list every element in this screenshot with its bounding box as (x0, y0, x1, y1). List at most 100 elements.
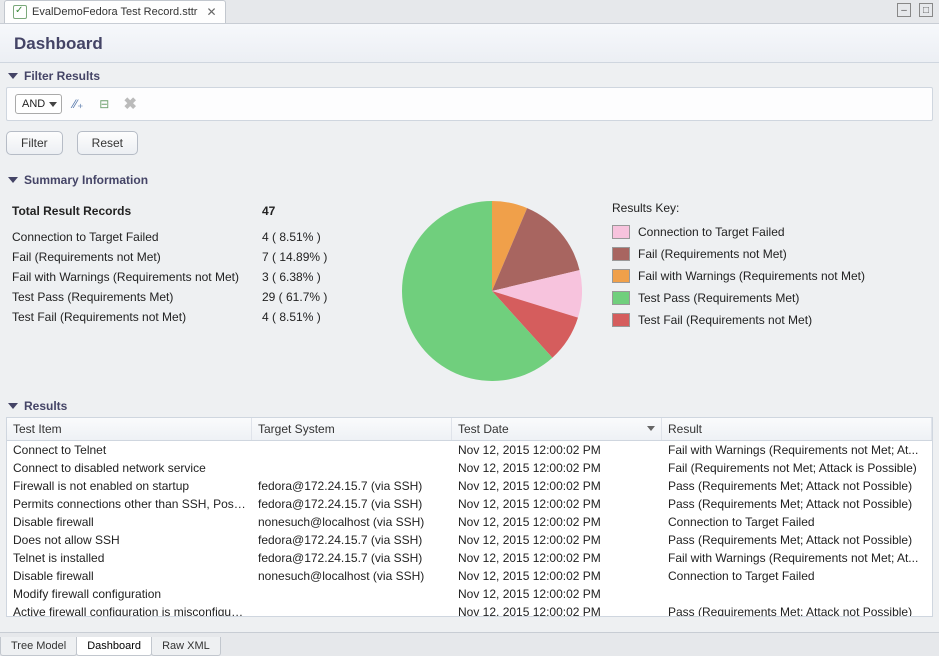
tab-raw-xml[interactable]: Raw XML (151, 637, 221, 656)
table-row[interactable]: Disable firewallnonesuch@localhost (via … (7, 567, 932, 585)
table-row[interactable]: Disable firewallnonesuch@localhost (via … (7, 513, 932, 531)
cell-result: Pass (Requirements Met; Attack not Possi… (662, 603, 932, 616)
results-table: Test Item Target System Test Date Result… (6, 417, 933, 617)
cell-result: Pass (Requirements Met; Attack not Possi… (662, 531, 932, 549)
cell-test-date: Nov 12, 2015 12:00:02 PM (452, 603, 662, 616)
cell-test-date: Nov 12, 2015 12:00:02 PM (452, 549, 662, 567)
col-test-date[interactable]: Test Date (452, 418, 662, 440)
cell-result: Pass (Requirements Met; Attack not Possi… (662, 477, 932, 495)
results-legend: Results Key: Connection to Target Failed… (612, 201, 865, 331)
test-record-icon (13, 5, 27, 19)
collapse-icon (8, 73, 18, 79)
legend-label: Test Fail (Requirements not Met) (638, 309, 812, 331)
summary-row-label: Test Fail (Requirements not Met) (12, 307, 262, 327)
summary-row: Test Pass (Requirements Met)29 ( 61.7% ) (12, 287, 372, 307)
minimize-icon[interactable]: – (897, 3, 911, 17)
editor-tab-label: EvalDemoFedora Test Record.sttr (32, 6, 197, 18)
col-result[interactable]: Result (662, 418, 932, 440)
summary-total-label: Total Result Records (12, 201, 262, 221)
reset-button[interactable]: Reset (77, 131, 138, 155)
summary-row-label: Fail (Requirements not Met) (12, 247, 262, 267)
cell-target-system: fedora@172.24.15.7 (via SSH) (252, 495, 452, 513)
section-filter-label: Filter Results (24, 69, 100, 83)
section-summary-label: Summary Information (24, 173, 148, 187)
collapse-icon (8, 177, 18, 183)
maximize-icon[interactable]: □ (919, 3, 933, 17)
summary-row-stat: 7 ( 14.89% ) (262, 247, 372, 267)
summary-row: Fail with Warnings (Requirements not Met… (12, 267, 372, 287)
cell-test-item: Disable firewall (7, 513, 252, 531)
text-filter-icon[interactable]: ⁄⁄₊ (70, 96, 86, 112)
cell-test-item: Does not allow SSH (7, 531, 252, 549)
summary-row: Fail (Requirements not Met)7 ( 14.89% ) (12, 247, 372, 267)
tree-filter-icon[interactable]: ⊟ (96, 96, 112, 112)
summary-row-stat: 3 ( 6.38% ) (262, 267, 372, 287)
chevron-down-icon (49, 102, 57, 107)
cell-result: Pass (Requirements Met; Attack not Possi… (662, 495, 932, 513)
cell-test-date: Nov 12, 2015 12:00:02 PM (452, 441, 662, 459)
legend-swatch (612, 225, 630, 239)
summary-row-label: Connection to Target Failed (12, 227, 262, 247)
table-row[interactable]: Does not allow SSHfedora@172.24.15.7 (vi… (7, 531, 932, 549)
bottom-tab-bar: Tree Model Dashboard Raw XML (0, 632, 939, 656)
section-results-label: Results (24, 399, 67, 413)
collapse-icon (8, 403, 18, 409)
logic-select[interactable]: AND (15, 94, 62, 114)
table-row[interactable]: Active firewall configuration is misconf… (7, 603, 932, 616)
legend-swatch (612, 291, 630, 305)
table-row[interactable]: Modify firewall configurationNov 12, 201… (7, 585, 932, 603)
summary-table: Total Result Records 47 Connection to Ta… (12, 201, 372, 327)
app-window: EvalDemoFedora Test Record.sttr ✕ – □ Da… (0, 0, 939, 656)
cell-result: Connection to Target Failed (662, 567, 932, 585)
cell-target-system: fedora@172.24.15.7 (via SSH) (252, 477, 452, 495)
editor-tab[interactable]: EvalDemoFedora Test Record.sttr ✕ (4, 0, 226, 23)
logic-select-label: AND (22, 98, 45, 110)
cell-test-item: Modify firewall configuration (7, 585, 252, 603)
cell-test-item: Disable firewall (7, 567, 252, 585)
legend-item: Fail with Warnings (Requirements not Met… (612, 265, 865, 287)
cell-test-date: Nov 12, 2015 12:00:02 PM (452, 459, 662, 477)
cell-target-system (252, 459, 452, 477)
col-target-system[interactable]: Target System (252, 418, 452, 440)
legend-item: Fail (Requirements not Met) (612, 243, 865, 265)
col-test-date-label: Test Date (458, 422, 509, 436)
editor-tab-bar: EvalDemoFedora Test Record.sttr ✕ – □ (0, 0, 939, 24)
legend-swatch (612, 269, 630, 283)
section-filter-header[interactable]: Filter Results (6, 63, 933, 87)
cell-test-item: Active firewall configuration is misconf… (7, 603, 252, 616)
legend-swatch (612, 247, 630, 261)
cell-test-date: Nov 12, 2015 12:00:02 PM (452, 477, 662, 495)
summary-total-value: 47 (262, 201, 372, 221)
clear-filter-icon[interactable]: ✖ (122, 96, 138, 112)
close-icon[interactable]: ✕ (202, 5, 216, 19)
summary-row-stat: 4 ( 8.51% ) (262, 227, 372, 247)
table-row[interactable]: Permits connections other than SSH, Post… (7, 495, 932, 513)
cell-test-date: Nov 12, 2015 12:00:02 PM (452, 495, 662, 513)
cell-test-item: Telnet is installed (7, 549, 252, 567)
cell-result: Connection to Target Failed (662, 513, 932, 531)
tab-tree-model[interactable]: Tree Model (0, 637, 77, 656)
cell-result: Fail with Warnings (Requirements not Met… (662, 549, 932, 567)
cell-target-system: nonesuch@localhost (via SSH) (252, 513, 452, 531)
results-pie-chart (402, 201, 582, 381)
table-row[interactable]: Connect to Telnet Nov 12, 2015 12:00:02 P… (7, 441, 932, 459)
cell-test-item: Connect to Telnet (7, 441, 252, 459)
col-test-item[interactable]: Test Item (7, 418, 252, 440)
cell-target-system (252, 603, 452, 616)
cell-result: Fail with Warnings (Requirements not Met… (662, 441, 932, 459)
tab-dashboard[interactable]: Dashboard (76, 637, 152, 656)
section-summary-header[interactable]: Summary Information (6, 167, 933, 191)
table-row[interactable]: Telnet is installedfedora@172.24.15.7 (v… (7, 549, 932, 567)
table-row[interactable]: Connect to disabled network serviceNov 1… (7, 459, 932, 477)
table-row[interactable]: Firewall is not enabled on startupfedora… (7, 477, 932, 495)
cell-test-item: Permits connections other than SSH, Post… (7, 495, 252, 513)
summary-row-label: Test Pass (Requirements Met) (12, 287, 262, 307)
results-header-row: Test Item Target System Test Date Result (7, 418, 932, 441)
summary-panel: Total Result Records 47 Connection to Ta… (6, 191, 933, 393)
section-results-header[interactable]: Results (6, 393, 933, 417)
cell-target-system (252, 441, 452, 459)
cell-result (662, 585, 932, 603)
legend-label: Fail (Requirements not Met) (638, 243, 787, 265)
filter-button[interactable]: Filter (6, 131, 63, 155)
cell-target-system: nonesuch@localhost (via SSH) (252, 567, 452, 585)
